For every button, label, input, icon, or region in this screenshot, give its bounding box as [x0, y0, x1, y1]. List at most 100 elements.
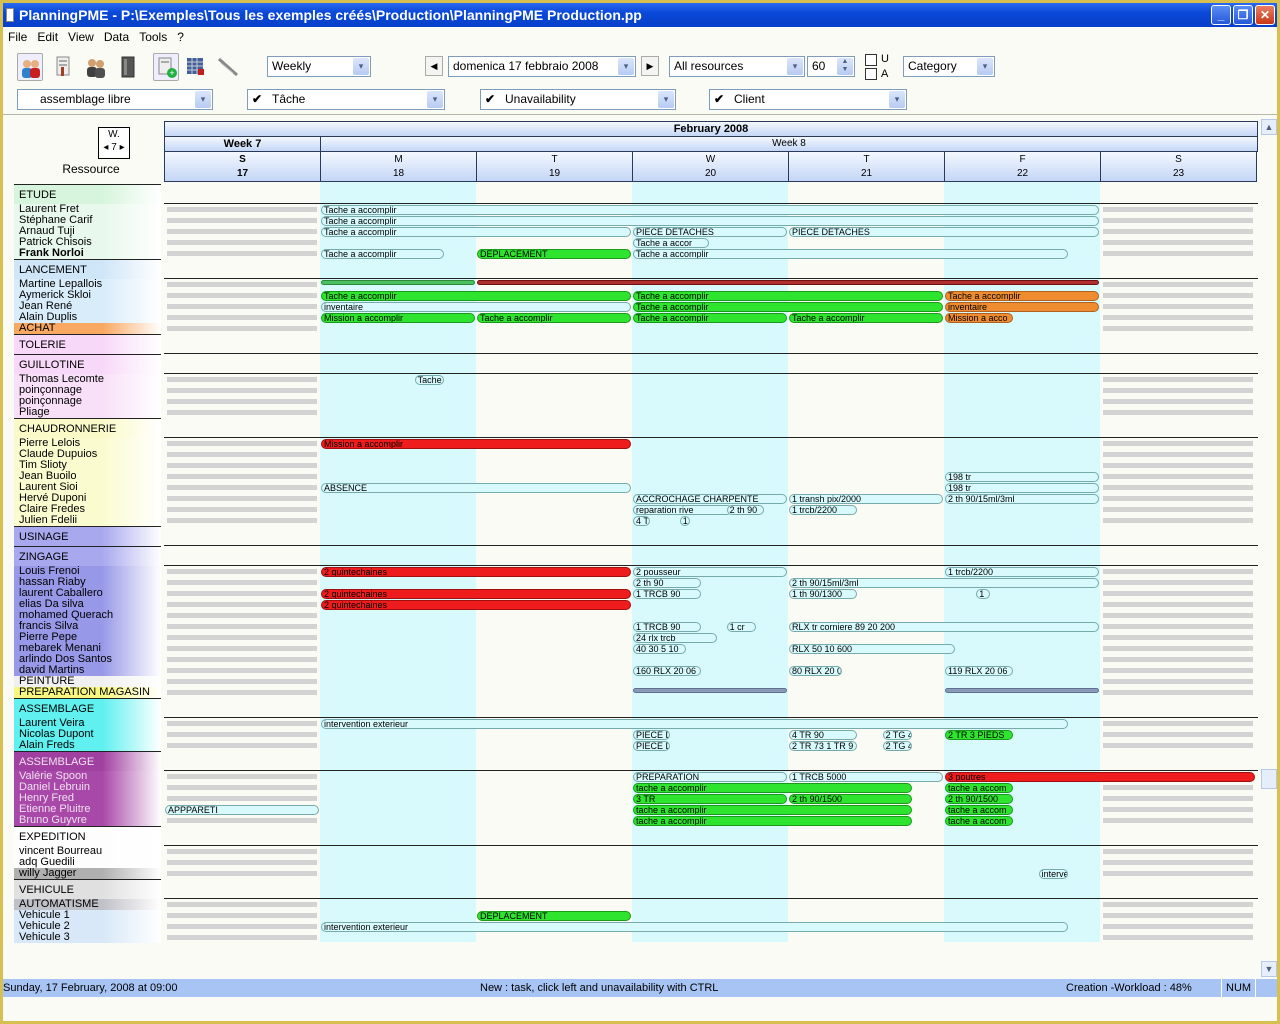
previous-date-button[interactable]: ◀ [425, 56, 443, 76]
task-bar[interactable]: 119 RLX 20 06 [945, 666, 1014, 676]
task-bar[interactable] [477, 280, 1099, 285]
task-bar[interactable]: 2 TR 73 1 TR 9 [789, 741, 858, 751]
task-bar[interactable]: tache a accomplir [633, 805, 912, 815]
scroll-down-button[interactable]: ▼ [1261, 961, 1277, 977]
resource-label[interactable]: ACHAT [14, 323, 161, 334]
day-header[interactable]: T 19 [476, 151, 633, 182]
resource-label[interactable]: Laurent Veira [14, 718, 161, 729]
category-label[interactable]: GUILLOTINE [14, 354, 161, 374]
task-bar[interactable]: PIECE D [633, 730, 670, 740]
menu-view[interactable]: View [63, 28, 99, 47]
link-icon[interactable] [215, 53, 241, 81]
task-bar[interactable]: 2 quintechaines [321, 600, 631, 610]
task-bar[interactable]: 3 poutres [945, 772, 1255, 782]
menu-file[interactable]: File [3, 28, 32, 47]
group-by-select[interactable]: Category ▾ [903, 56, 995, 77]
task-bar[interactable]: tache a accom [945, 816, 1014, 826]
resource-label[interactable]: mebarek Menani [14, 643, 161, 654]
task-bar[interactable]: inventaire [945, 302, 1099, 312]
task-bar[interactable]: 4 T [633, 516, 650, 526]
restore-button[interactable]: ❐ [1233, 5, 1253, 25]
task-bar[interactable]: ACCROCHAGE CHARPENTE [633, 494, 787, 504]
task-bar[interactable]: Tache a accomplir [945, 291, 1099, 301]
task-bar[interactable]: 2 th 90/1500 [789, 794, 912, 804]
task-bar[interactable]: Tache [414, 375, 444, 385]
task-bar[interactable]: tache a accomplir [633, 816, 912, 826]
category-label[interactable]: ETUDE [14, 184, 161, 204]
task-bar[interactable]: PIECE DETACHES [789, 227, 1099, 237]
task-bar[interactable]: Tache a accomplir [633, 313, 787, 323]
resource-label[interactable]: Alain Freds [14, 740, 161, 751]
category-label[interactable]: VEHICULE [14, 879, 161, 899]
resource-label[interactable]: francis Silva [14, 621, 161, 632]
task-bar[interactable]: inventaire [321, 302, 631, 312]
task-bar[interactable]: ABSENCE [321, 483, 631, 493]
week-navigator[interactable]: W. ◂ 7 ▸ [98, 127, 130, 159]
task-bar[interactable] [945, 688, 1099, 693]
category-label[interactable]: USINAGE [14, 526, 161, 546]
planning-grid[interactable]: Tache a accomplir Tache a accomplir Tache … [164, 182, 1258, 942]
close-button[interactable]: ✕ [1255, 5, 1275, 25]
spin-arrows-icon[interactable]: ▲ ▼ [837, 58, 853, 75]
resource-label[interactable]: Martine Lepallois [14, 279, 161, 290]
a-checkbox[interactable] [865, 68, 877, 80]
category-label[interactable]: TOLERIE [14, 334, 161, 354]
task-bar[interactable]: reparation rive [633, 505, 733, 515]
task-bar[interactable]: 1 trcb/2200 [945, 567, 1099, 577]
task-filter-select[interactable]: ✔ Tâche ▾ [247, 89, 445, 110]
task-bar[interactable]: Tache a accomplir [321, 227, 631, 237]
resource-label[interactable]: Jean Buoilo [14, 471, 161, 482]
task-bar[interactable]: 2 th 90/15ml/3ml [945, 494, 1099, 504]
task-bar[interactable]: Tache a accomplir [321, 216, 1099, 226]
resource-label[interactable]: PEINTURE [14, 676, 161, 687]
task-bar[interactable]: 2 th 90 [633, 578, 702, 588]
task-bar[interactable]: intervention exterieur [321, 922, 1068, 932]
task-bar[interactable]: 40 30 5 10 [633, 644, 686, 654]
task-bar[interactable]: RLX tr corniere 89 20 200 [789, 622, 1099, 632]
task-bar[interactable]: 198 tr [945, 483, 1099, 493]
resource-label[interactable]: mohamed Querach [14, 610, 161, 621]
resources-icon[interactable] [17, 53, 43, 81]
resource-label[interactable]: Laurent Fret [14, 204, 161, 215]
task-bar[interactable]: Tache a accor [633, 238, 709, 248]
resource-label[interactable]: laurent Caballero [14, 588, 161, 599]
resource-label[interactable]: Louis Frenoi [14, 566, 161, 577]
resource-label[interactable]: Claire Fredes [14, 504, 161, 515]
resource-label[interactable]: Frank Norloi [14, 248, 161, 259]
task-bar[interactable] [321, 280, 475, 285]
unavailability-filter-select[interactable]: ✔ Unavailability ▾ [480, 89, 676, 110]
resource-label[interactable]: adq Guedili [14, 857, 161, 868]
task-bar[interactable]: 160 RLX 20 06 [633, 666, 702, 676]
resource-label[interactable]: Vehicule 3 [14, 932, 161, 943]
zoom-stepper[interactable]: 60 ▲ ▼ [807, 56, 855, 77]
task-bar[interactable]: 2 th 90 [726, 505, 764, 515]
resource-label[interactable]: Claude Dupuios [14, 449, 161, 460]
resource-label[interactable]: Tim Slioty [14, 460, 161, 471]
task-bar[interactable]: Tache a accomplir [321, 205, 1099, 215]
task-bar[interactable]: 2 th 90/15ml/3ml [789, 578, 1099, 588]
day-header[interactable]: M 18 [320, 151, 477, 182]
task-bar[interactable]: 2 TR 3 PIEDS [945, 730, 1014, 740]
resource-label[interactable]: Alain Duplis [14, 312, 161, 323]
resource-label[interactable]: Nicolas Dupont [14, 729, 161, 740]
task-bar[interactable]: Tache a accomplir [321, 291, 631, 301]
category-label[interactable]: ZINGAGE [14, 546, 161, 566]
task-bar[interactable]: Mission a accomplir [321, 313, 475, 323]
task-bar[interactable]: DEPLACEMENT [477, 249, 631, 259]
task-bar[interactable]: 2 quintechaines [321, 567, 631, 577]
task-bar[interactable]: 2 quintechaines [321, 589, 631, 599]
day-header[interactable]: T 21 [788, 151, 945, 182]
task-bar[interactable]: 2 TG 4 [882, 741, 912, 751]
resource-label[interactable]: Patrick Chisois [14, 237, 161, 248]
scroll-thumb[interactable] [1261, 769, 1277, 789]
task-bar[interactable]: Tache a accomplir [633, 249, 1068, 259]
resource-label[interactable]: elias Da silva [14, 599, 161, 610]
week-next-icon[interactable]: ▸ [120, 142, 125, 153]
scroll-up-button[interactable]: ▲ [1261, 119, 1277, 135]
task-bar[interactable]: 3 TR [633, 794, 787, 804]
task-bar[interactable]: 1 transh pix/2000 [789, 494, 943, 504]
task-bar[interactable]: 198 tr [945, 472, 1099, 482]
category-label[interactable]: ASSEMBLAGE [14, 698, 161, 718]
resource-label[interactable]: arlindo Dos Santos [14, 654, 161, 665]
task-bar[interactable]: tache a accom [945, 805, 1014, 815]
